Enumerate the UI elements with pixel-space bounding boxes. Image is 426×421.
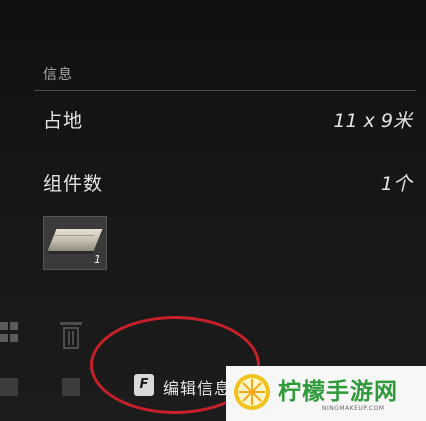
component-thumbnail[interactable]: 1 bbox=[43, 216, 107, 270]
trash-icon[interactable] bbox=[60, 322, 82, 350]
plank-edge bbox=[53, 235, 95, 236]
section-divider bbox=[34, 90, 416, 91]
edit-info-label[interactable]: 编辑信息 bbox=[163, 375, 229, 399]
side-tool-icon-2[interactable] bbox=[62, 378, 80, 396]
section-title: 信息 bbox=[43, 67, 73, 83]
component-count-value: 1个 bbox=[380, 173, 412, 195]
lemon-logo-icon bbox=[234, 374, 270, 410]
footprint-label: 占地 bbox=[43, 110, 84, 132]
watermark-site: NINGMAKEUP.COM bbox=[322, 405, 385, 412]
f-key-icon[interactable]: F bbox=[134, 374, 154, 396]
watermark: 柠檬手游网 NINGMAKEUP.COM bbox=[226, 366, 426, 421]
wood-plank-icon bbox=[47, 229, 103, 251]
component-quantity: 1 bbox=[94, 253, 101, 266]
grid-icon[interactable] bbox=[0, 322, 20, 346]
info-panel: 信息 占地 11 x 9米 组件数 1个 1 F 编辑信息 柠檬手游网 NING… bbox=[0, 0, 426, 421]
component-count-label: 组件数 bbox=[43, 173, 104, 195]
watermark-brand: 柠檬手游网 bbox=[278, 379, 398, 405]
side-tool-icon[interactable] bbox=[0, 378, 18, 396]
footprint-value: 11 x 9米 bbox=[333, 110, 412, 132]
